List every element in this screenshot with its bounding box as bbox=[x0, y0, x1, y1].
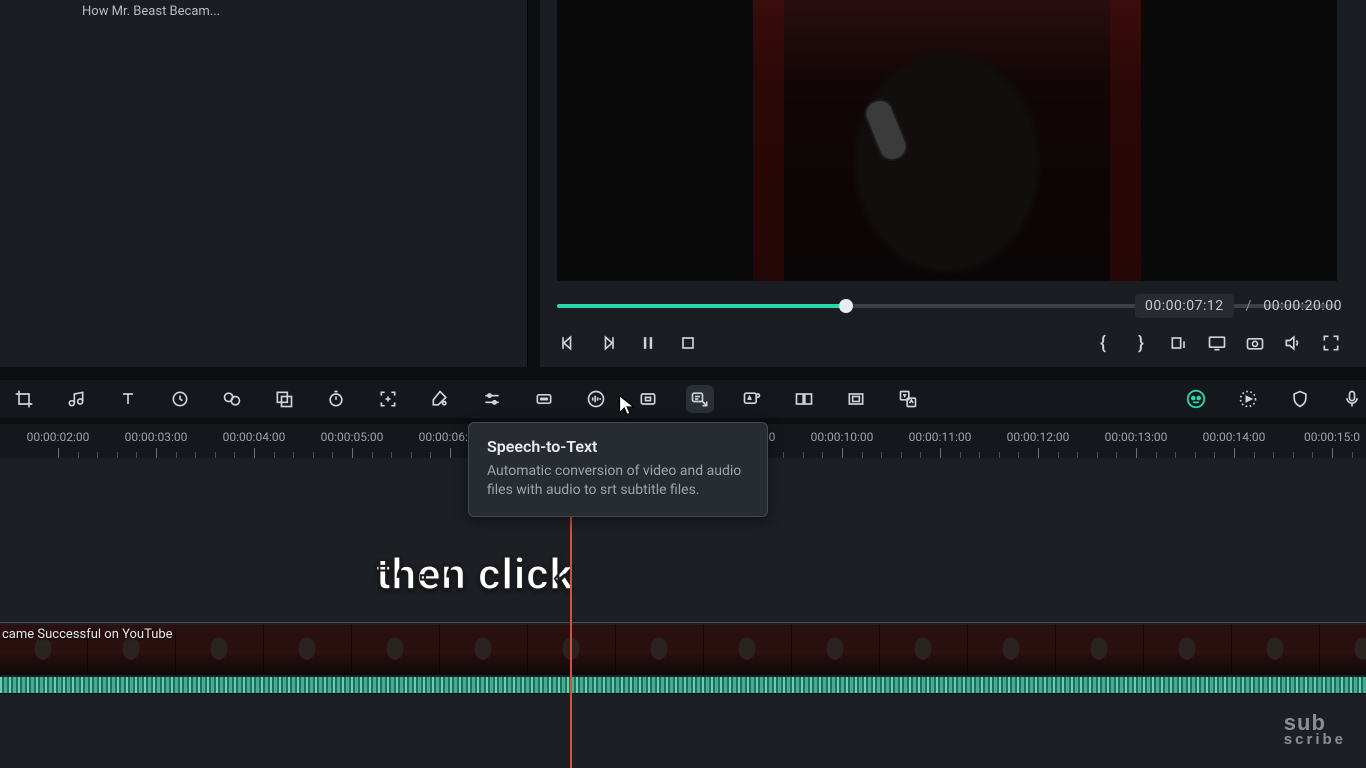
send-back-icon[interactable] bbox=[270, 385, 298, 413]
clip-video-track[interactable] bbox=[0, 625, 1366, 675]
ruler-label: 00:00:15:0 bbox=[1304, 430, 1360, 444]
fullscreen-icon[interactable] bbox=[1320, 332, 1342, 354]
preview-panel: 00:00:07:12 / 00:00:20:00 { } bbox=[540, 0, 1366, 367]
split-screen-icon[interactable] bbox=[790, 385, 818, 413]
adjust-icon[interactable] bbox=[478, 385, 506, 413]
stop-icon[interactable] bbox=[677, 332, 699, 354]
time-readout: 00:00:07:12 / 00:00:20:00 bbox=[1135, 294, 1342, 318]
clip-thumb bbox=[792, 625, 880, 675]
mic-icon[interactable] bbox=[1338, 385, 1366, 413]
clip-thumb bbox=[616, 625, 704, 675]
clip-thumb bbox=[528, 625, 616, 675]
layout-icon[interactable] bbox=[1168, 332, 1190, 354]
subscribe-watermark: sub scribe bbox=[1284, 714, 1346, 746]
tooltip-title: Speech-to-Text bbox=[487, 437, 749, 456]
clip-thumb bbox=[1320, 625, 1366, 675]
video-frame bbox=[753, 0, 1141, 281]
clip-thumb bbox=[352, 625, 440, 675]
speech-to-text-icon[interactable] bbox=[686, 385, 714, 413]
total-time: 00:00:20:00 bbox=[1263, 298, 1342, 314]
ruler-label: 00:00:03:00 bbox=[125, 430, 188, 444]
clip-thumb bbox=[880, 625, 968, 675]
clip-thumb bbox=[1056, 625, 1144, 675]
tooltip-speech-to-text: Speech-to-Text Automatic conversion of v… bbox=[468, 422, 768, 517]
clip-thumb bbox=[704, 625, 792, 675]
project-panel: How Mr. Beast Becam... bbox=[0, 0, 528, 367]
crop-icon[interactable] bbox=[10, 385, 38, 413]
ruler-label: 00:00:02:00 bbox=[27, 430, 90, 444]
history-icon[interactable] bbox=[166, 385, 194, 413]
preview-right-controls: { } bbox=[1092, 332, 1342, 354]
audio-note-icon[interactable] bbox=[62, 385, 90, 413]
mark-in-icon[interactable]: { bbox=[1092, 332, 1114, 354]
ruler-label: 00:00:12:00 bbox=[1007, 430, 1070, 444]
caption-overlay: then click bbox=[376, 548, 574, 600]
shield-icon[interactable] bbox=[1286, 385, 1314, 413]
clip-thumb bbox=[176, 625, 264, 675]
timer-icon[interactable] bbox=[322, 385, 350, 413]
volume-icon[interactable] bbox=[1282, 332, 1304, 354]
time-separator: / bbox=[1246, 298, 1252, 314]
snapshot-icon[interactable] bbox=[1244, 332, 1266, 354]
clip-thumb bbox=[968, 625, 1056, 675]
current-time: 00:00:07:12 bbox=[1135, 294, 1234, 318]
ruler-label: 00:00:05:00 bbox=[321, 430, 384, 444]
clip-thumb bbox=[1144, 625, 1232, 675]
watermark-line2: scribe bbox=[1284, 734, 1346, 746]
voice-wave-icon[interactable] bbox=[582, 385, 610, 413]
step-back-icon[interactable] bbox=[557, 332, 579, 354]
ruler-label: 00:00:13:00 bbox=[1105, 430, 1168, 444]
translate-icon[interactable] bbox=[894, 385, 922, 413]
clip-title: came Successful on YouTube bbox=[2, 627, 173, 642]
playback-controls bbox=[557, 332, 699, 354]
project-tab-label: How Mr. Beast Becam... bbox=[82, 4, 220, 19]
ai-caption-icon[interactable] bbox=[738, 385, 766, 413]
clip-audio-track[interactable] bbox=[0, 677, 1366, 694]
tooltip-body: Automatic conversion of video and audio … bbox=[487, 462, 749, 500]
progress-fill bbox=[557, 304, 846, 308]
timeline-toolbar bbox=[0, 380, 1366, 418]
preview-play-icon[interactable] bbox=[1234, 385, 1262, 413]
ruler-label: 00:00:11:00 bbox=[909, 430, 972, 444]
mask-icon[interactable] bbox=[634, 385, 662, 413]
aspect-icon[interactable] bbox=[842, 385, 870, 413]
monitor-icon[interactable] bbox=[1206, 332, 1228, 354]
focus-icon[interactable] bbox=[374, 385, 402, 413]
text-icon[interactable] bbox=[114, 385, 142, 413]
clip-thumb bbox=[1232, 625, 1320, 675]
ruler-label: 00:00:14:00 bbox=[1203, 430, 1266, 444]
paint-icon[interactable] bbox=[426, 385, 454, 413]
ruler-label: 00:00:04:00 bbox=[223, 430, 286, 444]
pause-icon[interactable] bbox=[637, 332, 659, 354]
fx-icon[interactable] bbox=[218, 385, 246, 413]
progress-thumb[interactable] bbox=[839, 299, 853, 313]
ai-brain-icon[interactable] bbox=[1182, 385, 1210, 413]
step-forward-icon[interactable] bbox=[597, 332, 619, 354]
caption-dots-icon[interactable] bbox=[530, 385, 558, 413]
preview-video[interactable] bbox=[557, 0, 1337, 281]
clip-thumb bbox=[440, 625, 528, 675]
clip-strip[interactable]: came Successful on YouTube bbox=[0, 622, 1366, 694]
clip-thumb bbox=[264, 625, 352, 675]
ruler-label: 00:00:10:00 bbox=[811, 430, 874, 444]
mark-out-icon[interactable]: } bbox=[1130, 332, 1152, 354]
